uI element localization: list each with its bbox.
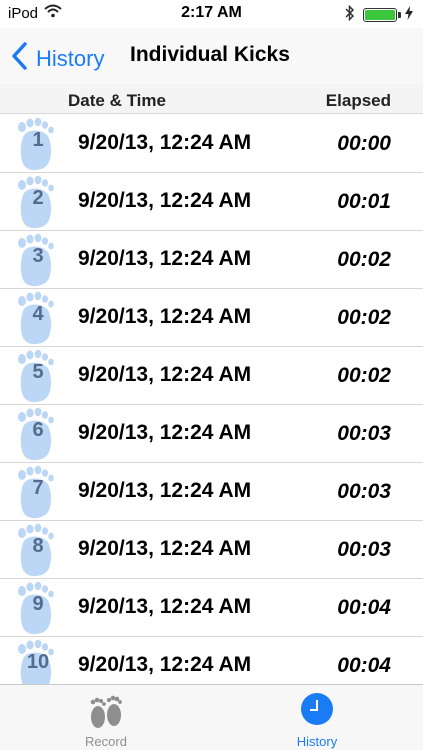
kick-number: 8 — [32, 535, 44, 557]
kick-number: 5 — [32, 361, 44, 383]
column-header: Date & Time Elapsed — [0, 84, 423, 114]
kick-number: 6 — [32, 419, 44, 441]
battery-fill — [365, 10, 395, 20]
page-title: Individual Kicks — [130, 43, 290, 66]
tab-bar: Record History — [0, 684, 423, 750]
kick-number: 1 — [32, 129, 44, 151]
kicks-list[interactable]: 1 9/20/13, 12:24 AM 00:00 2 9/20/13, 12:… — [0, 115, 423, 684]
clock-hand-minute — [310, 709, 318, 711]
table-row[interactable]: 1 9/20/13, 12:24 AM 00:00 — [0, 115, 423, 173]
kick-number: 4 — [32, 303, 44, 325]
clock-icon — [301, 693, 333, 725]
bluetooth-icon — [345, 4, 355, 25]
kick-elapsed: 00:03 — [337, 422, 391, 445]
kick-elapsed: 00:02 — [337, 306, 391, 329]
kick-number: 7 — [32, 477, 44, 499]
back-button-label: History — [36, 46, 105, 71]
kick-elapsed: 00:04 — [337, 654, 391, 677]
tab-history[interactable]: History — [211, 685, 423, 750]
kick-date: 9/20/13, 12:24 AM — [78, 479, 252, 502]
clock-face — [301, 693, 333, 725]
back-button[interactable]: History — [10, 40, 104, 78]
column-header-date: Date & Time — [68, 91, 166, 110]
battery-icon — [363, 8, 401, 22]
kick-date: 9/20/13, 12:24 AM — [78, 305, 252, 328]
kick-elapsed: 00:02 — [337, 248, 391, 271]
tab-history-label: History — [296, 734, 338, 749]
kick-date: 9/20/13, 12:24 AM — [78, 247, 252, 270]
kick-elapsed: 00:02 — [337, 364, 391, 387]
kick-elapsed: 00:03 — [337, 480, 391, 503]
kick-date: 9/20/13, 12:24 AM — [78, 595, 252, 618]
tab-record[interactable]: Record — [0, 685, 212, 750]
kick-elapsed: 00:00 — [337, 132, 391, 155]
kick-number: 9 — [32, 593, 44, 615]
table-row[interactable]: 5 9/20/13, 12:24 AM 00:02 — [0, 347, 423, 405]
footprints-icon — [84, 693, 128, 736]
table-row[interactable]: 6 9/20/13, 12:24 AM 00:03 — [0, 405, 423, 463]
status-right — [345, 4, 413, 25]
table-row[interactable]: 2 9/20/13, 12:24 AM 00:01 — [0, 173, 423, 231]
charging-icon — [405, 6, 413, 24]
kick-date: 9/20/13, 12:24 AM — [78, 653, 252, 676]
battery-tip — [398, 12, 401, 18]
table-row[interactable]: 7 9/20/13, 12:24 AM 00:03 — [0, 463, 423, 521]
tab-record-label: Record — [85, 734, 127, 749]
status-bar: iPod 2:17 AM — [0, 0, 423, 28]
table-row[interactable]: 4 9/20/13, 12:24 AM 00:02 — [0, 289, 423, 347]
kick-date: 9/20/13, 12:24 AM — [78, 189, 252, 212]
table-row[interactable]: 10 9/20/13, 12:24 AM 00:04 — [0, 637, 423, 684]
kick-number: 3 — [32, 245, 44, 267]
navigation-bar: History Individual Kicks — [0, 28, 423, 84]
kick-number: 2 — [32, 187, 44, 209]
kick-date: 9/20/13, 12:24 AM — [78, 537, 252, 560]
chevron-left-icon — [10, 40, 30, 78]
table-row[interactable]: 8 9/20/13, 12:24 AM 00:03 — [0, 521, 423, 579]
kick-date: 9/20/13, 12:24 AM — [78, 421, 252, 444]
kick-date: 9/20/13, 12:24 AM — [78, 131, 252, 154]
kick-elapsed: 00:04 — [337, 596, 391, 619]
kick-elapsed: 00:03 — [337, 538, 391, 561]
column-header-elapsed: Elapsed — [325, 91, 391, 110]
table-row[interactable]: 9 9/20/13, 12:24 AM 00:04 — [0, 579, 423, 637]
table-row[interactable]: 3 9/20/13, 12:24 AM 00:02 — [0, 231, 423, 289]
kick-elapsed: 00:01 — [337, 190, 391, 213]
kick-number: 10 — [26, 651, 50, 673]
kick-date: 9/20/13, 12:24 AM — [78, 363, 252, 386]
